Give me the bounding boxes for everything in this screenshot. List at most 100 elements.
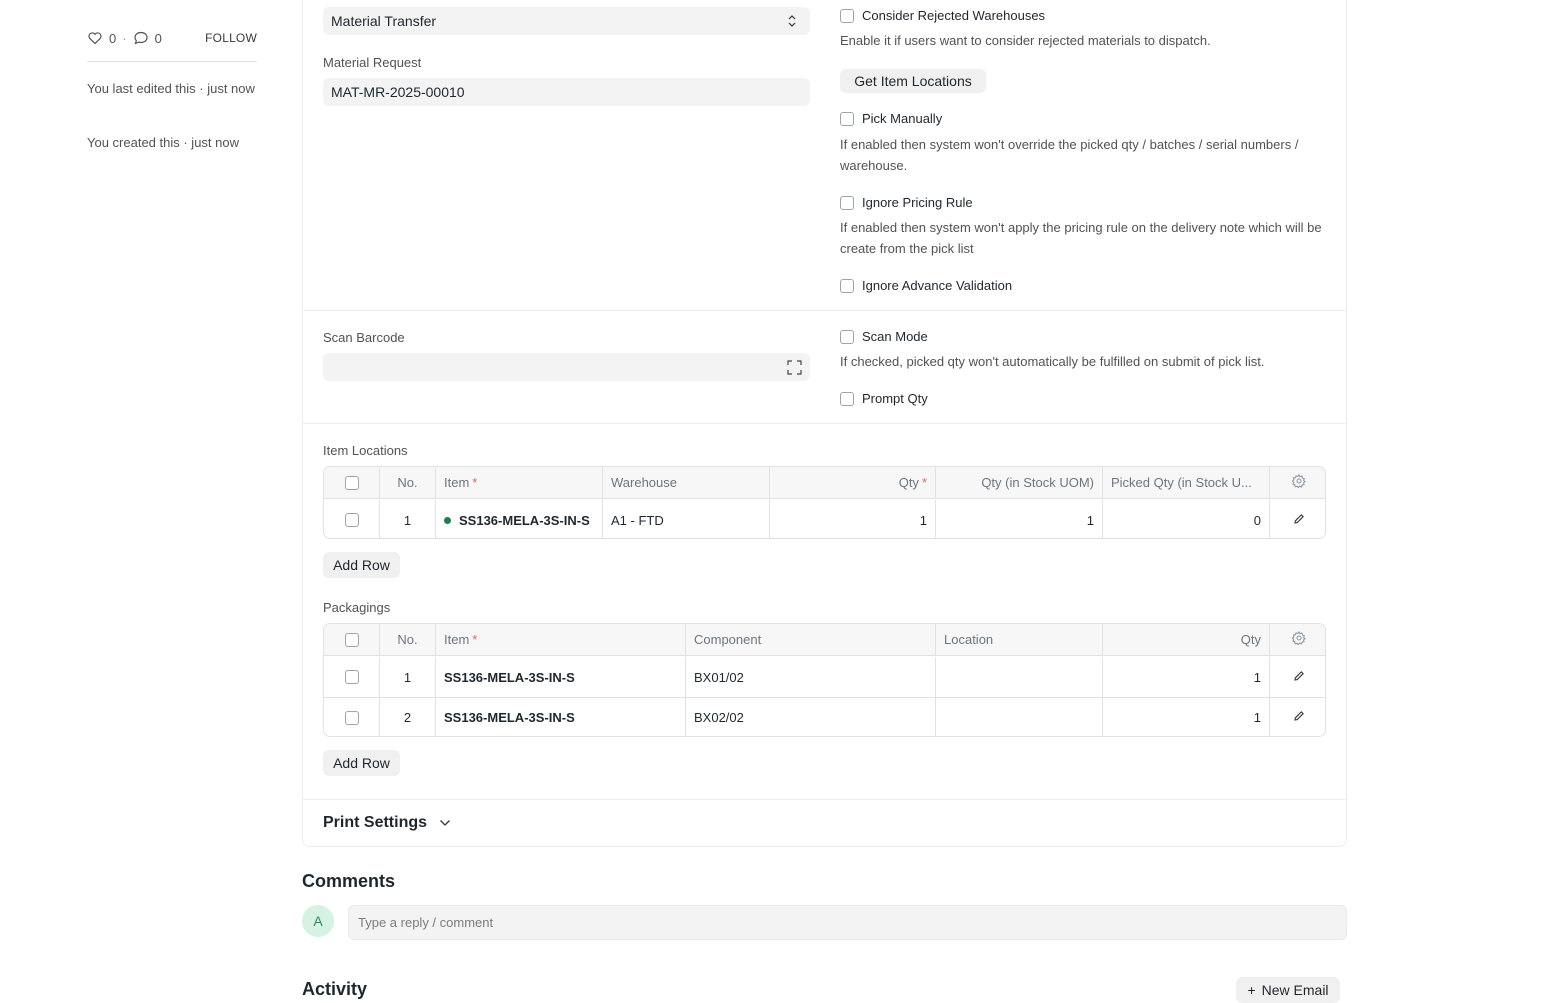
header-location: Location [936,624,1103,655]
comment-placeholder: Type a reply / comment [358,915,494,930]
new-email-label: New Email [1261,982,1329,998]
section-divider [303,799,1346,800]
row-checkbox[interactable] [344,513,359,527]
header-item-label: Item [444,475,470,490]
gear-icon[interactable] [1291,631,1306,648]
ignore-pricing-checkbox[interactable] [840,195,854,210]
table-row[interactable]: 2 SS136-MELA-3S-IN-S BX02/02 1 [324,697,1325,736]
scan-icon[interactable] [787,360,802,378]
purpose-select[interactable]: Material Transfer [323,7,810,35]
required-marker: * [921,475,927,490]
item-locations-add-row-button[interactable]: Add Row [323,552,400,578]
ignore-advance-checkbox[interactable] [840,278,854,293]
header-item-label: Item [444,632,470,647]
ignore-advance-checkbox-row[interactable]: Ignore Advance Validation [840,278,1012,293]
consider-rejected-desc: Enable it if users want to consider reje… [840,33,1211,48]
consider-rejected-checkbox[interactable] [840,8,854,23]
scan-mode-desc: If checked, picked qty won't automatical… [840,354,1265,369]
header-warehouse: Warehouse [603,467,770,498]
packagings-title: Packagings [323,600,391,615]
avatar: A [302,905,334,937]
item-locations-grid: No. Item * Warehouse Qty * Qty (in Stock U… [323,466,1326,539]
packagings-grid: No. Item * Component Location Qty 1 SS136… [323,623,1326,737]
row-item[interactable]: SS136-MELA-3S-IN-S [436,657,686,697]
row-warehouse[interactable]: A1 - FTD [603,500,770,538]
row-item[interactable]: SS136-MELA-3S-IN-S [436,698,686,736]
get-item-locations-button[interactable]: Get Item Locations [840,69,986,93]
header-qty: Qty * [770,467,936,498]
chevron-down-icon [439,819,451,827]
row-component[interactable]: BX02/02 [686,698,936,736]
last-edited-text: You last edited this · just now [87,81,255,96]
packagings-add-row-button[interactable]: Add Row [323,750,400,776]
comment-input[interactable]: Type a reply / comment [348,905,1347,940]
row-qty[interactable]: 1 [1103,657,1270,697]
row-component[interactable]: BX01/02 [686,657,936,697]
table-row[interactable]: 1 SS136-MELA-3S-IN-S A1 - FTD 1 1 0 [324,500,1325,538]
separator-dot: · [122,30,127,46]
required-marker: * [472,632,478,647]
header-no: No. [380,467,436,498]
header-item: Item * [436,467,603,498]
section-divider [303,310,1346,311]
row-no: 2 [380,698,436,736]
ignore-pricing-label: Ignore Pricing Rule [862,195,973,210]
created-text: You created this · just now [87,135,239,150]
row-item-cell[interactable]: SS136-MELA-3S-IN-S [436,500,603,538]
plus-icon: + [1247,982,1256,998]
grid-settings-cell [1270,467,1325,498]
pick-manually-desc: If enabled then system won't override th… [840,137,1299,173]
select-all-checkbox[interactable] [344,475,359,490]
row-checkbox[interactable] [344,710,359,725]
sidebar-divider [87,61,257,62]
row-select-cell [324,698,380,736]
form-card: Material Transfer Material Request MAT-M… [302,0,1347,847]
select-all-checkbox[interactable] [344,632,359,647]
item-locations-header: No. Item * Warehouse Qty * Qty (in Stock U… [324,467,1325,499]
edit-icon[interactable] [1293,513,1305,528]
header-item: Item * [436,624,686,655]
scan-barcode-label: Scan Barcode [323,330,405,345]
consider-rejected-checkbox-row[interactable]: Consider Rejected Warehouses [840,8,1045,23]
comment-icon[interactable] [133,30,149,46]
item-locations-title: Item Locations [323,443,408,458]
grid-settings-cell [1270,624,1325,655]
gear-icon[interactable] [1291,474,1306,491]
edit-icon[interactable] [1293,670,1305,685]
ignore-pricing-checkbox-row[interactable]: Ignore Pricing Rule [840,195,973,210]
follow-button[interactable]: FOLLOW [205,31,257,45]
pick-manually-checkbox[interactable] [840,111,854,126]
row-picked-qty[interactable]: 0 [1103,500,1270,538]
section-divider [303,423,1346,424]
consider-rejected-label: Consider Rejected Warehouses [862,8,1046,23]
pick-manually-checkbox-row[interactable]: Pick Manually [840,111,942,126]
prompt-qty-checkbox-row[interactable]: Prompt Qty [840,391,928,406]
row-select-cell [324,657,380,697]
prompt-qty-checkbox[interactable] [840,391,854,406]
material-request-field[interactable]: MAT-MR-2025-00010 [323,78,810,106]
header-qty-label: Qty [898,475,919,490]
row-location[interactable] [936,657,1103,697]
row-select-cell [324,500,380,538]
heart-icon[interactable] [87,30,103,46]
print-settings-toggle[interactable]: Print Settings [323,814,451,832]
table-row[interactable]: 1 SS136-MELA-3S-IN-S BX01/02 1 [324,657,1325,697]
required-marker: * [472,475,478,490]
row-stock-qty[interactable]: 1 [936,500,1103,538]
row-qty[interactable]: 1 [770,500,936,538]
row-edit-cell [1270,500,1325,538]
row-edit-cell [1270,698,1325,736]
new-email-button[interactable]: + New Email [1236,977,1340,1003]
row-checkbox[interactable] [344,670,359,684]
packagings-header: No. Item * Component Location Qty [324,624,1325,656]
scan-barcode-input[interactable] [323,353,810,381]
edit-icon[interactable] [1293,710,1305,725]
row-location[interactable] [936,698,1103,736]
ignore-pricing-desc: If enabled then system won't apply the p… [840,220,1322,256]
header-component: Component [686,624,936,655]
pick-manually-label: Pick Manually [862,111,943,126]
scan-mode-checkbox-row[interactable]: Scan Mode [840,329,928,344]
purpose-value: Material Transfer [331,13,437,29]
row-qty[interactable]: 1 [1103,698,1270,736]
scan-mode-checkbox[interactable] [840,329,854,344]
